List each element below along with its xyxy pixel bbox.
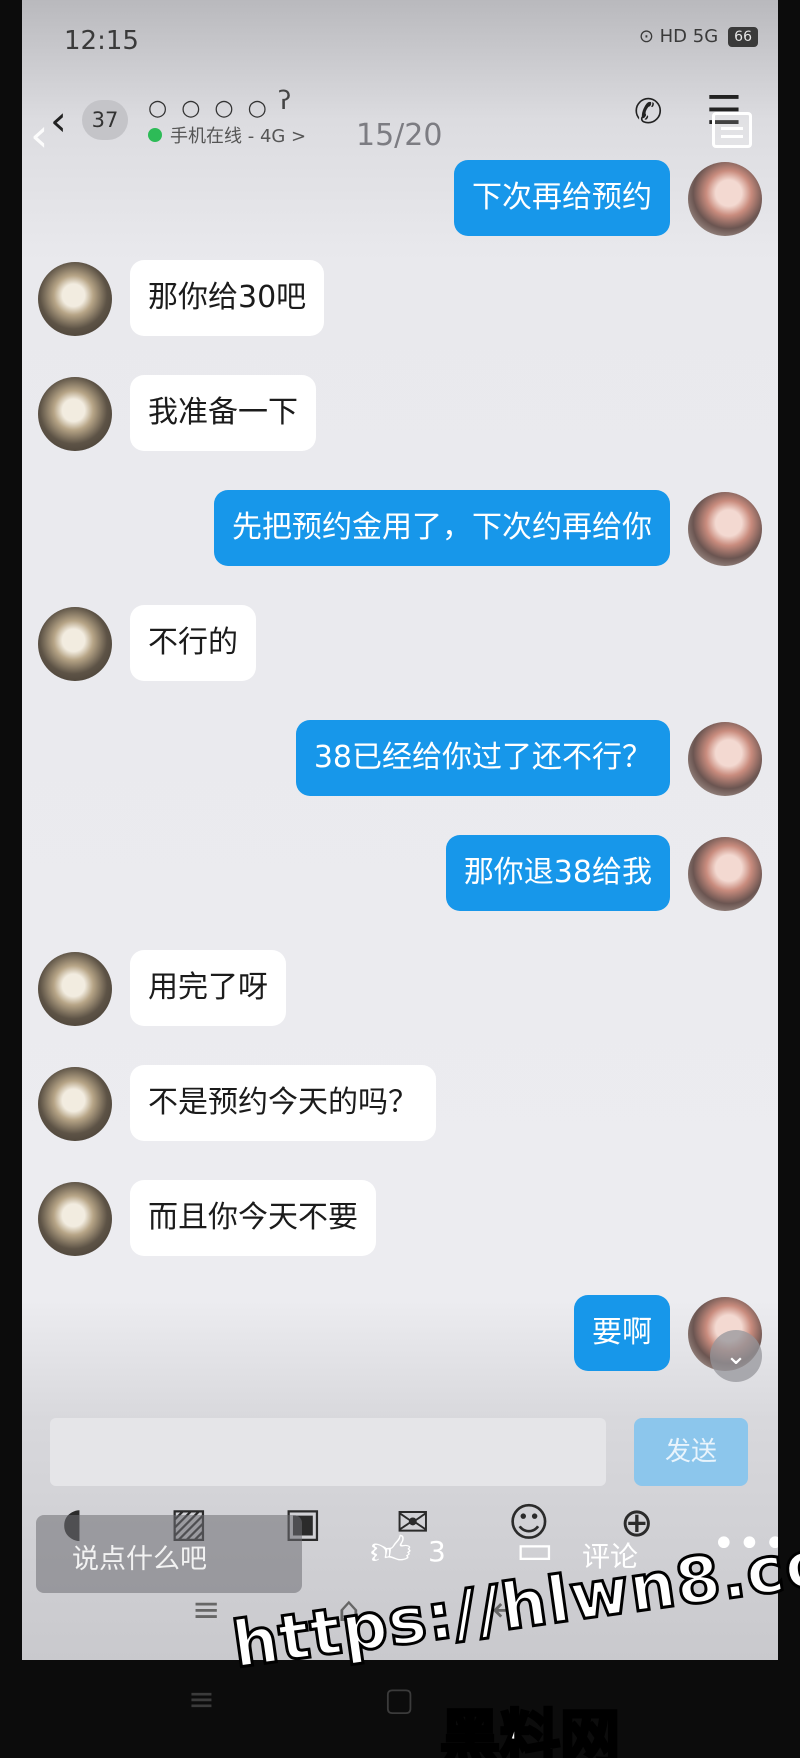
comment-input[interactable]: 说点什么吧 [36,1515,302,1593]
outgoing-message[interactable]: 先把预约金用了，下次约再给你 [214,490,670,566]
my-avatar[interactable] [688,162,762,236]
contact-name: ○○○○ [148,96,281,121]
status-bar: 12:15 ⊙ HD 5G 66 [22,0,778,80]
gallery-icon[interactable] [712,112,752,148]
contact-avatar[interactable] [38,952,112,1026]
my-avatar[interactable] [688,492,762,566]
outgoing-message[interactable]: 下次再给预约 [454,160,670,236]
outgoing-message[interactable]: 要啊 [574,1295,670,1371]
contact-avatar[interactable] [38,1067,112,1141]
signal-icon: ⊙ HD 5G [638,26,719,47]
overlay-back-icon[interactable]: ‹ [30,108,48,162]
contact-avatar[interactable] [38,377,112,451]
phone-icon[interactable]: ✆ [634,92,663,132]
chat-header: ‹ ‹ 37 ○○○○ ʔ 手机在线 - 4G > 15/20 ✆ ☰ [22,82,778,162]
outer-nav-bar: ≡ ▢ [0,1680,800,1740]
contact-avatar[interactable] [38,607,112,681]
incoming-message[interactable]: 不行的 [130,605,256,681]
outgoing-message[interactable]: 38已经给你过了还不行？ [295,720,670,796]
online-status[interactable]: 手机在线 - 4G > [170,122,306,148]
my-avatar[interactable] [688,722,762,796]
battery-icon: 66 [728,26,758,47]
image-page-counter: 15/20 [356,118,443,153]
incoming-message[interactable]: 用完了呀 [130,950,286,1026]
like-count: 3 [428,1535,446,1568]
incoming-message[interactable]: 而且你今天不要 [130,1180,376,1256]
scroll-down-button[interactable]: ⌄ [710,1330,762,1382]
my-avatar[interactable] [688,837,762,911]
incoming-message[interactable]: 不是预约今天的吗？ [130,1065,436,1141]
status-time: 12:15 [64,26,139,56]
comment-placeholder: 说点什么吧 [72,1544,207,1575]
message-input[interactable] [50,1418,606,1486]
incoming-message[interactable]: 我准备一下 [130,375,316,451]
unread-badge[interactable]: 37 [82,100,128,140]
send-button[interactable]: 发送 [634,1418,748,1486]
online-indicator [148,128,162,142]
outer-home-icon[interactable]: ▢ [384,1680,414,1718]
chat-screen: 12:15 ⊙ HD 5G 66 ‹ ‹ 37 ○○○○ ʔ 手机在线 - 4G… [22,0,778,1660]
status-icons: ⊙ HD 5G 66 [639,26,758,47]
watermark-site: 黑料网 [439,1703,622,1758]
input-bar: 发送 [22,1418,778,1490]
ear-icon: ʔ [278,86,292,116]
thumbs-up-icon[interactable]: 👍︎ [370,1527,412,1575]
contact-avatar[interactable] [38,1182,112,1256]
incoming-message[interactable]: 那你给30吧 [130,260,325,336]
outer-menu-icon[interactable]: ≡ [188,1680,215,1718]
back-icon[interactable]: ‹ [50,96,67,145]
nav-menu-icon[interactable]: ≡ [192,1590,221,1630]
contact-avatar[interactable] [38,262,112,336]
outgoing-message[interactable]: 那你退38给我 [445,835,670,911]
